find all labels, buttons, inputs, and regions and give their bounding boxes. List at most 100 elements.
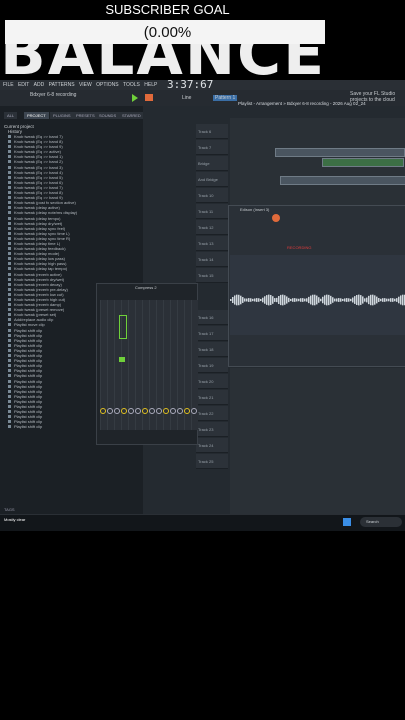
waveform-bar	[282, 294, 284, 306]
track-header[interactable]: Track 12	[196, 220, 228, 235]
waveform-bar	[272, 296, 274, 304]
weather-widget[interactable]: Mostly clear	[4, 517, 25, 522]
menu-view[interactable]: VIEW	[79, 82, 92, 88]
taskbar-search[interactable]: Search	[360, 517, 402, 527]
waveform-bar	[372, 294, 374, 306]
pan-knob[interactable]	[163, 408, 169, 414]
selected-fader[interactable]	[119, 315, 127, 339]
menu-options[interactable]: OPTIONS	[96, 82, 119, 88]
menu-add[interactable]: ADD	[34, 82, 45, 88]
track-header[interactable]: Track 15	[196, 268, 228, 283]
waveform-bar	[298, 298, 300, 302]
waveform-bar	[236, 294, 238, 306]
waveform-bar	[274, 298, 276, 302]
pan-knob[interactable]	[114, 408, 120, 414]
mixer-title: Compress 2	[135, 285, 157, 290]
pan-knob[interactable]	[121, 408, 127, 414]
track-header[interactable]: Track 18	[196, 342, 228, 357]
waveform-bar	[256, 298, 258, 302]
track-header[interactable]: And Bridge	[196, 172, 228, 187]
playlist-grid-bottom[interactable]	[230, 368, 405, 514]
tab-starred[interactable]: STARRED	[119, 112, 144, 119]
track-header[interactable]: Track 6	[196, 124, 228, 139]
menu-help[interactable]: HELP	[144, 82, 157, 88]
waveform-bar	[238, 294, 240, 306]
pan-knob[interactable]	[107, 408, 113, 414]
waveform-bar	[240, 295, 242, 305]
waveform-bar	[290, 298, 292, 302]
audio-clip[interactable]	[275, 148, 405, 157]
audio-clip[interactable]	[280, 176, 405, 185]
track-header[interactable]: Track 24	[196, 438, 228, 453]
menu-tools[interactable]: TOOLS	[123, 82, 140, 88]
waveform-bar	[346, 298, 348, 302]
mode-select[interactable]: Line	[182, 95, 191, 101]
pan-knob[interactable]	[100, 408, 106, 414]
tab-plugins[interactable]: PLUGINS	[50, 112, 74, 119]
waveform-bar	[258, 298, 260, 302]
recording-label: RECORDING	[287, 245, 312, 250]
windows-start-icon[interactable]	[343, 518, 351, 526]
waveform-bar	[330, 295, 332, 305]
track-header[interactable]: Track 17	[196, 326, 228, 341]
track-header[interactable]: Track 11	[196, 204, 228, 219]
pan-knob[interactable]	[191, 408, 197, 414]
waveform-bar	[260, 298, 262, 302]
pan-knob[interactable]	[156, 408, 162, 414]
menu-file[interactable]: FILE	[3, 82, 14, 88]
track-header[interactable]: Track 10	[196, 188, 228, 203]
pan-knob[interactable]	[142, 408, 148, 414]
track-header[interactable]: Track 13	[196, 236, 228, 251]
tab-presets[interactable]: PRESETS	[73, 112, 98, 119]
waveform-bar	[354, 296, 356, 304]
waveform-bar	[250, 298, 252, 302]
waveform-bar	[398, 296, 400, 304]
waveform-bar	[268, 294, 270, 306]
track-header[interactable]: Track 16	[196, 310, 228, 325]
track-header[interactable]: Track 25	[196, 454, 228, 469]
tab-all[interactable]: ALL	[4, 112, 18, 119]
track-header[interactable]: Track 22	[196, 406, 228, 421]
waveform-bar	[264, 296, 266, 304]
waveform-bar	[328, 294, 330, 306]
pattern-select[interactable]: Pattern 1	[213, 95, 238, 101]
tab-sounds[interactable]: SOUNDS	[96, 112, 120, 119]
record-button[interactable]	[145, 94, 153, 101]
waveform-bar	[390, 298, 392, 302]
pan-knob[interactable]	[170, 408, 176, 414]
track-header[interactable]: Bridge	[196, 156, 228, 171]
edison-record-button[interactable]	[272, 214, 280, 222]
track-header[interactable]: Track 19	[196, 358, 228, 373]
waveform-bar	[392, 298, 394, 302]
track-header[interactable]: Track 14	[196, 252, 228, 267]
waveform-bar	[270, 294, 272, 306]
waveform-bar	[334, 298, 336, 302]
pan-knob[interactable]	[177, 408, 183, 414]
waveform-bar	[366, 297, 368, 303]
track-header[interactable]: Track 20	[196, 374, 228, 389]
waveform-bar	[320, 298, 322, 302]
menu-edit[interactable]: EDIT	[18, 82, 29, 88]
recording-name: Bdxyer 6-8 recording	[30, 92, 77, 98]
pan-knob[interactable]	[184, 408, 190, 414]
playlist-title: Playlist - Arrangement » Bdxyer 6-8 reco…	[238, 101, 366, 106]
tab-project[interactable]: PROJECT	[24, 112, 49, 119]
overlay-percent: (0.00%	[143, 24, 192, 41]
menu-patterns[interactable]: PATTERNS	[49, 82, 75, 88]
track-header[interactable]: Track 7	[196, 140, 228, 155]
waveform-display[interactable]	[230, 255, 405, 335]
waveform-bar	[244, 298, 246, 302]
waveform-bar	[324, 295, 326, 305]
waveform-bar	[374, 295, 376, 305]
pan-knob[interactable]	[149, 408, 155, 414]
waveform-bar	[254, 298, 256, 302]
pan-knob[interactable]	[128, 408, 134, 414]
play-icon[interactable]	[132, 94, 138, 102]
audio-clip[interactable]	[322, 158, 404, 167]
track-header[interactable]: Track 21	[196, 390, 228, 405]
waveform-bar	[234, 295, 236, 305]
pan-knob[interactable]	[135, 408, 141, 414]
waveform-bar	[262, 297, 264, 303]
waveform-bar	[292, 298, 294, 302]
track-header[interactable]: Track 23	[196, 422, 228, 437]
